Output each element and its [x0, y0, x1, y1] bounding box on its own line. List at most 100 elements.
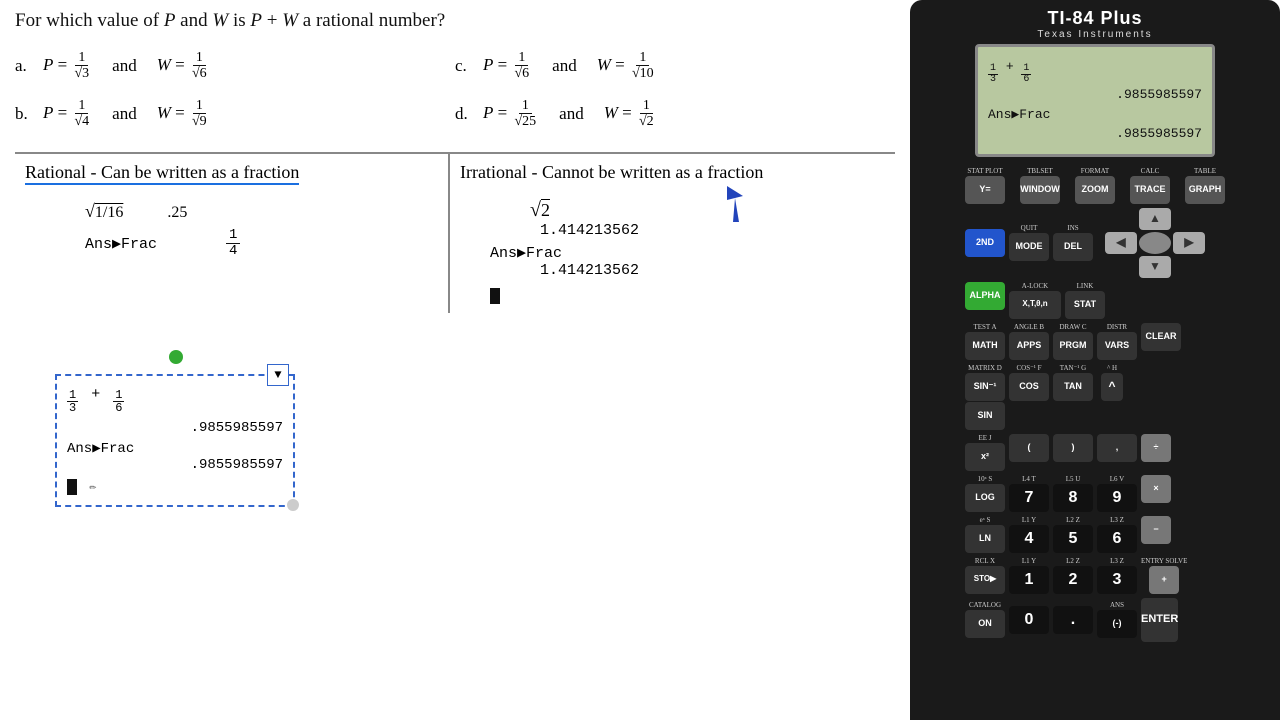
mode-button[interactable]: MODE	[1009, 233, 1049, 261]
row-on: CATALOG ON 0 . ANS (-) ENTER	[965, 598, 1225, 642]
irrational-header: Irrational - Cannot be written as a frac…	[460, 162, 885, 187]
del-button[interactable]: DEL	[1053, 233, 1093, 261]
option-b-w: W = 1 √9	[157, 98, 210, 130]
divide-button[interactable]: ÷	[1141, 434, 1171, 462]
calculator-brand: TI-84 Plus Texas Instruments	[1037, 8, 1152, 40]
nav-left-button[interactable]: ◀	[1105, 232, 1137, 254]
annotation-box-toggle[interactable]: ▼	[267, 364, 289, 386]
content-area: Rational - Can be written as a fraction …	[15, 152, 895, 313]
stat-button[interactable]: STAT	[1065, 291, 1105, 319]
h-label: ^ H	[1107, 364, 1117, 372]
trace-button[interactable]: TRACE	[1130, 176, 1170, 204]
sto-button[interactable]: STO▶	[965, 566, 1005, 594]
option-b-label: b.	[15, 104, 35, 124]
sin-inv-label: SIN⁻¹	[965, 373, 1005, 401]
on-button[interactable]: ON	[965, 610, 1005, 638]
screen-line1: 13 + 16	[988, 57, 1202, 85]
nav-right-button[interactable]: ▶	[1173, 232, 1205, 254]
option-c-w: W = 1 √10	[597, 50, 657, 82]
tan-inv-label: TAN⁻¹ G	[1060, 364, 1086, 372]
close-paren-button[interactable]: )	[1053, 434, 1093, 462]
rational-column: Rational - Can be written as a fraction …	[15, 154, 450, 313]
resize-handle[interactable]	[287, 499, 299, 511]
window-button[interactable]: WINDOW	[1020, 176, 1060, 204]
ex-label: eˣ S	[980, 516, 991, 524]
option-c-label: c.	[455, 56, 475, 76]
option-b-and: and	[112, 104, 137, 124]
nav-down-button[interactable]: ▼	[1139, 256, 1171, 278]
quit-label: QUIT	[1021, 224, 1038, 232]
l6-label: L6 V	[1110, 475, 1124, 483]
draw-c-label: DRAW C	[1059, 323, 1086, 331]
log-button[interactable]: LOG	[965, 484, 1005, 512]
spacer-left	[1105, 208, 1137, 230]
irr-decimal1: 1.414213562	[540, 222, 885, 239]
cos-inv-label: COS⁻¹ F	[1016, 364, 1041, 372]
tan-button[interactable]: TAN	[1053, 373, 1093, 401]
8-button[interactable]: 8	[1053, 484, 1093, 512]
7-button[interactable]: 7	[1009, 484, 1049, 512]
spacer-right	[1173, 208, 1205, 230]
open-paren-button[interactable]: (	[1009, 434, 1049, 462]
multiply-button[interactable]: ×	[1141, 475, 1171, 503]
l1-y-label: L1 Y	[1022, 557, 1036, 565]
screen-line4: .9855985597	[988, 124, 1202, 144]
annotation-box[interactable]: ▼ 1 3 + 1 6 .9855985597 Ans▶Frac .985598…	[55, 374, 295, 508]
cos-button[interactable]: COS	[1009, 373, 1049, 401]
minus-button[interactable]: −	[1141, 516, 1171, 544]
5-button[interactable]: 5	[1053, 525, 1093, 553]
a-lock-label: A-LOCK	[1022, 282, 1048, 290]
plus-button[interactable]: +	[1149, 566, 1179, 594]
3-button[interactable]: 3	[1097, 566, 1137, 594]
vars-button[interactable]: VARS	[1097, 332, 1137, 360]
row-ln: eˣ S LN L1 Y 4 L2 Z 5 L3 Z 6 −	[965, 516, 1225, 553]
alpha-button[interactable]: ALPHA	[965, 282, 1005, 310]
enter-button[interactable]: ENTER	[1141, 598, 1178, 642]
1-button[interactable]: 1	[1009, 566, 1049, 594]
nav-up-button[interactable]: ▲	[1139, 208, 1171, 230]
option-d-w: W = 1 √2	[604, 98, 657, 130]
sin-button[interactable]: SIN	[965, 402, 1005, 430]
l5-label: L5 U	[1066, 475, 1081, 483]
y-equals-button[interactable]: Y=	[965, 176, 1005, 204]
option-a-and: and	[112, 56, 137, 76]
2nd-button[interactable]: 2ND	[965, 229, 1005, 257]
math-button[interactable]: MATH	[965, 332, 1005, 360]
angle-b-label: ANGLE B	[1014, 323, 1044, 331]
option-d-p: P = 1 √25	[483, 98, 539, 130]
4-button[interactable]: 4	[1009, 525, 1049, 553]
x-squared-button[interactable]: x²	[965, 443, 1005, 471]
link-label: LINK	[1077, 282, 1094, 290]
x-t-theta-button[interactable]: X,T,θ,n	[1009, 291, 1061, 319]
graph-button[interactable]: GRAPH	[1185, 176, 1225, 204]
annotation-expr: 1 3 + 1 6	[67, 386, 283, 414]
options-grid: a. P = 1 √3 and W = 1 √6 c. P =	[15, 46, 895, 134]
apps-button[interactable]: APPS	[1009, 332, 1049, 360]
irr-decimal2: 1.414213562	[540, 262, 885, 279]
ln-button[interactable]: LN	[965, 525, 1005, 553]
clear-button[interactable]: CLEAR	[1141, 323, 1181, 351]
neg-button[interactable]: (-)	[1097, 610, 1137, 638]
9-button[interactable]: 9	[1097, 484, 1137, 512]
format-label: FORMAT	[1081, 167, 1109, 175]
row-trig-inv: MATRIX D SIN⁻¹ SIN COS⁻¹ F COS TAN⁻¹ G T…	[965, 364, 1225, 430]
row-math: TEST A MATH ANGLE B APPS DRAW C PRGM DIS…	[965, 323, 1225, 360]
calculator-screen: 13 + 16 .9855985597 Ans▶Frac .9855985597	[975, 44, 1215, 157]
calculator-title: TI-84 Plus	[1037, 8, 1152, 29]
decimal-button[interactable]: .	[1053, 606, 1093, 634]
zoom-button[interactable]: ZOOM	[1075, 176, 1115, 204]
ins-label: INS	[1067, 224, 1078, 232]
comma-button[interactable]: ,	[1097, 434, 1137, 462]
6-button[interactable]: 6	[1097, 525, 1137, 553]
option-d-label: d.	[455, 104, 475, 124]
prgm-button[interactable]: PRGM	[1053, 332, 1093, 360]
screen-line2: .9855985597	[988, 85, 1202, 105]
option-a-w: W = 1 √6	[157, 50, 210, 82]
catalog-label: CATALOG	[969, 601, 1001, 609]
0-button[interactable]: 0	[1009, 606, 1049, 634]
annotation-cursor: ✏	[67, 479, 283, 496]
up-arrow-button[interactable]: ^	[1101, 373, 1123, 401]
2-button[interactable]: 2	[1053, 566, 1093, 594]
spacer-br	[1173, 256, 1205, 278]
sqrt-expr-rational: √1/16 .25	[85, 201, 438, 222]
